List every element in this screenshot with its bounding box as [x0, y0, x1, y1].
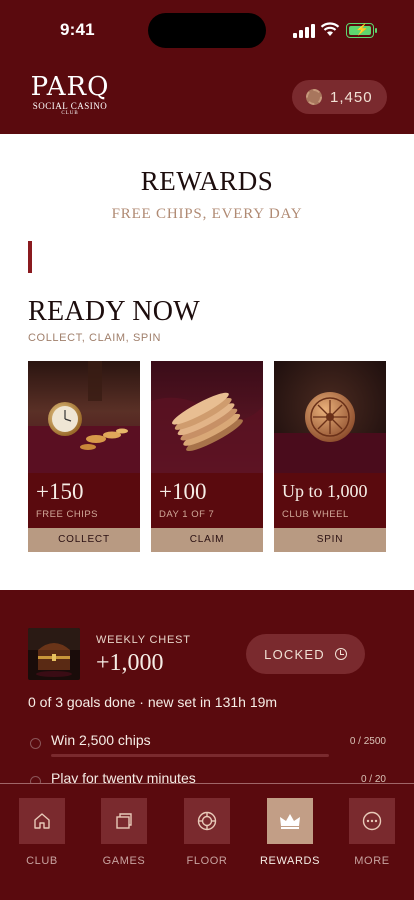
status-bar: 9:41 ⚡ [0, 0, 414, 56]
card-value: +150 [36, 479, 84, 504]
accent-bar [28, 241, 32, 273]
logo-main: PARQ [30, 72, 110, 102]
crown-icon [267, 798, 313, 844]
logo-sub: SOCIAL CASINO [32, 101, 108, 111]
chip-icon [306, 89, 322, 105]
battery-icon: ⚡ [346, 23, 377, 38]
rewards-content: REWARDS FREE CHIPS, EVERY DAY READY NOW … [0, 134, 414, 590]
locked-button[interactable]: LOCKED [246, 634, 365, 674]
dynamic-island [148, 13, 266, 48]
goal-progress: 0 / 2500 [349, 736, 386, 747]
goal-row: Win 2,500 chips 0 / 2500 [28, 730, 386, 760]
chip-balance: 1,450 [330, 88, 373, 106]
goal-text: Win 2,500 chips [51, 732, 151, 748]
goal-progress-bar [51, 754, 329, 757]
nav-item-more[interactable]: MORE [337, 798, 407, 867]
cards-icon [101, 798, 147, 844]
wheel-coin-image [274, 361, 386, 473]
logo-club: CLUB [61, 111, 79, 116]
pocket-watch-image [28, 361, 140, 473]
card-value: +100 [159, 479, 207, 504]
nav-label: MORE [354, 855, 390, 867]
claim-button[interactable]: CLAIM [151, 528, 263, 552]
nav-item-games[interactable]: GAMES [89, 798, 159, 867]
status-time: 9:41 [60, 20, 95, 39]
card-desc: DAY 1 OF 7 [159, 509, 215, 520]
weekly-chest-label: WEEKLY CHEST [96, 634, 191, 646]
card-value: Up to 1,000 [282, 481, 368, 501]
weekly-chest-section: WEEKLY CHEST +1,000 LOCKED 0 of 3 goals … [0, 590, 414, 787]
nav-item-floor[interactable]: FLOOR [172, 798, 242, 867]
more-icon [349, 798, 395, 844]
card-desc: FREE CHIPS [36, 509, 99, 520]
nav-label: CLUB [26, 855, 58, 867]
parq-logo[interactable]: PARQ SOCIAL CASINO CLUB [30, 74, 110, 116]
reward-card-daily[interactable]: +100 DAY 1 OF 7 CLAIM [151, 361, 263, 552]
nav-item-rewards[interactable]: REWARDS [255, 798, 325, 867]
app-header: 9:41 ⚡ PARQ SOCIAL CASINO CLUB 1,450 [0, 0, 414, 134]
page-title: REWARDS [140, 166, 274, 196]
clock-icon [334, 648, 347, 660]
home-icon [19, 798, 65, 844]
reward-card-free-chips[interactable]: +150 FREE CHIPS COLLECT [28, 361, 140, 552]
weekly-chest-value: +1,000 [96, 650, 164, 676]
card-desc: CLUB WHEEL [282, 509, 349, 520]
bottom-nav: CLUB GAMES FLOOR REWARDS MORE [0, 783, 414, 900]
reward-card-wheel[interactable]: Up to 1,000 CLUB WHEEL SPIN [274, 361, 386, 552]
page-subtitle: FREE CHIPS, EVERY DAY [111, 206, 303, 222]
chip-icon [184, 798, 230, 844]
coin-stack-image [151, 361, 263, 473]
wifi-icon [320, 22, 340, 36]
chip-balance-pill[interactable]: 1,450 [292, 80, 387, 114]
spin-button[interactable]: SPIN [274, 528, 386, 552]
treasure-chest-image [28, 628, 80, 680]
nav-item-club[interactable]: CLUB [7, 798, 77, 867]
nav-label: FLOOR [186, 855, 228, 867]
nav-label: GAMES [102, 855, 146, 867]
ready-now-title: READY NOW [28, 296, 200, 327]
nav-label: REWARDS [259, 855, 321, 867]
collect-button[interactable]: COLLECT [28, 528, 140, 552]
goals-summary: 0 of 3 goals done · new set in 131h 19m [28, 694, 278, 710]
locked-label: LOCKED [264, 646, 325, 662]
ready-now-subtitle: COLLECT, CLAIM, SPIN [28, 332, 162, 344]
signal-icon [293, 24, 315, 38]
clock-icon [30, 738, 41, 749]
